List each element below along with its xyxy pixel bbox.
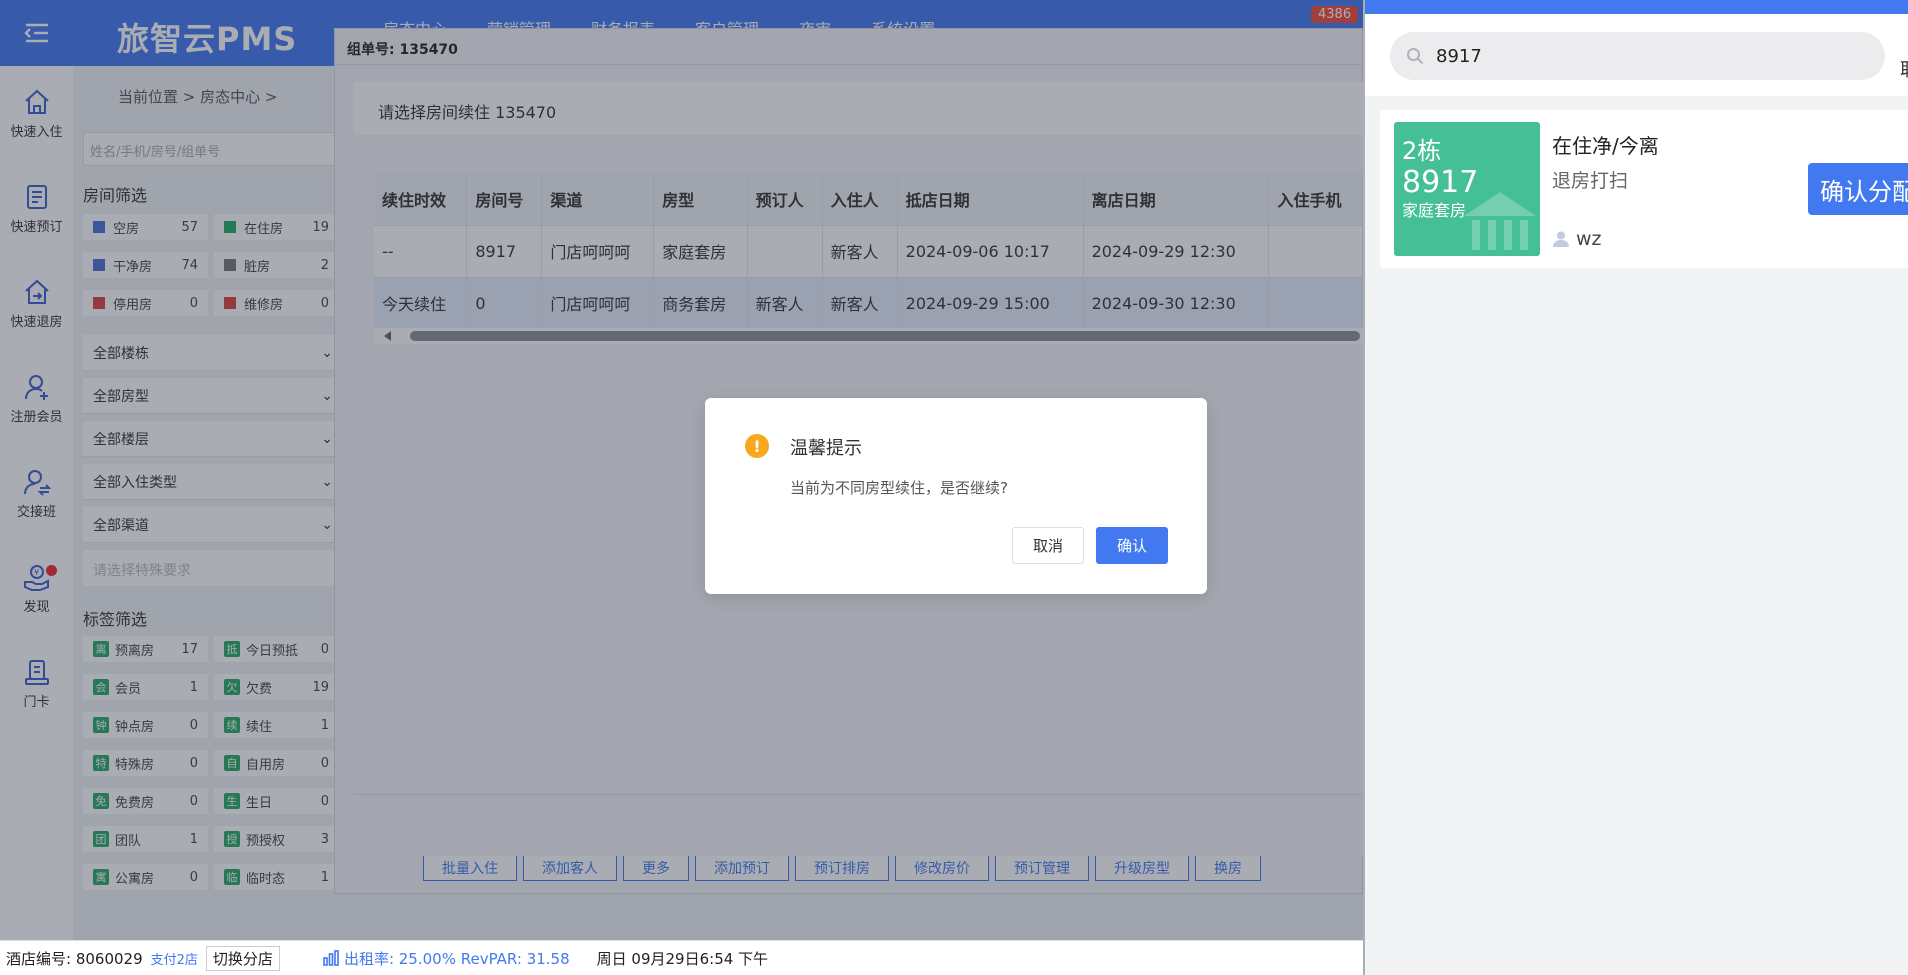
confirm-button[interactable]: 确认 — [1096, 527, 1168, 564]
room-status: 在住净/今离 — [1552, 134, 1659, 158]
hotel-number: 酒店编号: 8060029 — [6, 949, 143, 968]
room-housekeeping: 退房打扫 — [1552, 170, 1629, 192]
confirm-dialog: ! 温馨提示 当前为不同房型续住，是否继续? 取消 确认 — [705, 398, 1207, 594]
switch-branch-button[interactable]: 切换分店 — [205, 945, 280, 971]
user-icon — [1553, 231, 1569, 247]
room-building: 2栋 — [1402, 137, 1442, 165]
confirm-assign-button[interactable]: 确认分配 — [1808, 163, 1908, 215]
search-icon — [1407, 48, 1424, 65]
warning-icon: ! — [745, 434, 769, 458]
drawer-search-area: 8917 取 — [1365, 14, 1908, 96]
status-bar: 酒店编号: 8060029 支付2店 切换分店 出租率: 25.00% RevP… — [0, 940, 1363, 975]
building-watermark-icon — [1464, 192, 1536, 250]
search-value: 8917 — [1436, 45, 1482, 67]
room-user: wz — [1552, 228, 1602, 250]
drawer-top-bar — [1365, 0, 1908, 14]
pay-link[interactable]: 支付2店 — [151, 949, 198, 968]
room-search-input[interactable]: 8917 — [1390, 32, 1885, 80]
cancel-button[interactable]: 取消 — [1012, 527, 1084, 564]
occupancy-stats: 出租率: 25.00% RevPAR: 31.58 — [322, 948, 570, 969]
room-tile: 2栋 8917 家庭套房 — [1394, 122, 1540, 256]
bar-chart-icon — [323, 950, 339, 966]
confirm-message: 当前为不同房型续住，是否继续? — [790, 479, 1008, 497]
drawer-cancel-button[interactable]: 取 — [1900, 56, 1908, 82]
room-result-card[interactable]: 2栋 8917 家庭套房 在住净/今离 退房打扫 wz 确认分配 — [1380, 110, 1908, 268]
confirm-title: 温馨提示 — [790, 438, 862, 459]
datetime: 周日 09月29日6:54 下午 — [596, 949, 769, 968]
room-search-drawer: 8917 取 2栋 8917 家庭套房 在住净/今离 退房打扫 wz 确认分配 — [1363, 0, 1908, 975]
